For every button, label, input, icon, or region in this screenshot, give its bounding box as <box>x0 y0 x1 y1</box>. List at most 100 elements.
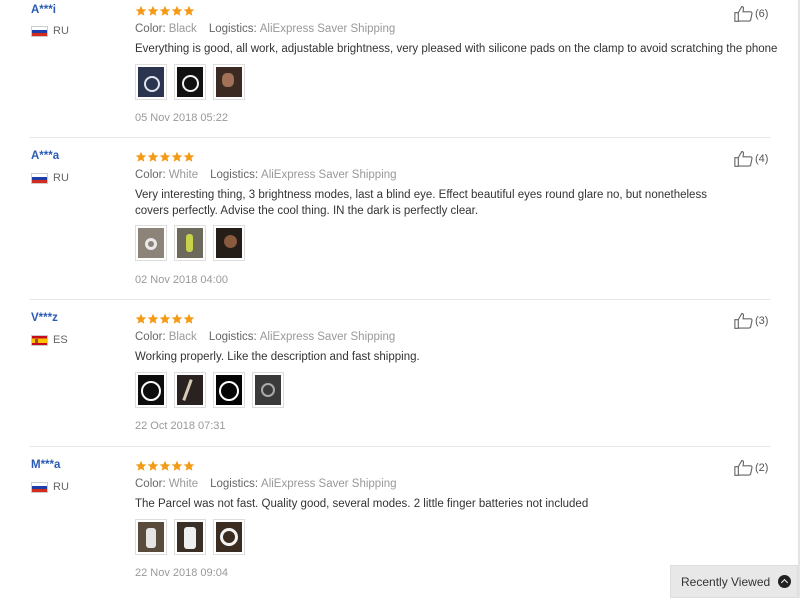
helpful-count: (2) <box>755 461 769 474</box>
order-info: Color: Black Logistics: AliExpress Saver Sh… <box>135 23 395 35</box>
review-photo[interactable] <box>135 519 167 555</box>
reviewer-name[interactable]: V***z <box>31 312 58 324</box>
order-info: Color: Black Logistics: AliExpress Saver Sh… <box>135 331 395 343</box>
helpful-button[interactable]: (6) <box>733 4 768 23</box>
color-value: White <box>168 478 199 490</box>
order-info: Color: White Logistics: AliExpress Saver Sh… <box>135 478 397 490</box>
color-value: White <box>168 169 199 181</box>
color-label: Color: <box>135 23 166 35</box>
russia-flag-icon <box>31 481 48 493</box>
review-date: 22 Nov 2018 09:04 <box>135 567 228 579</box>
reviewer-name[interactable]: A***i <box>31 4 56 16</box>
helpful-count: (3) <box>755 314 769 327</box>
thumbs-up-icon <box>734 460 753 476</box>
chevron-up-circle-icon <box>778 575 792 588</box>
thumbs-up-icon <box>734 6 753 22</box>
logistics-label: Logistics: <box>208 331 257 343</box>
star-rating <box>135 5 195 16</box>
review-photo[interactable] <box>252 372 284 408</box>
star-icon <box>183 5 195 16</box>
logistics-value: AliExpress Saver Shipping <box>259 331 396 343</box>
helpful-button[interactable]: (3) <box>733 311 768 330</box>
review-photo[interactable] <box>174 225 206 261</box>
star-icon <box>147 313 159 324</box>
spain-flag-icon <box>31 334 48 346</box>
color-label: Color: <box>135 478 166 490</box>
reviewer-name[interactable]: A***a <box>31 150 59 162</box>
reviewer-country: RU <box>31 481 69 493</box>
star-icon <box>159 460 171 471</box>
country-code: RU <box>53 172 69 184</box>
logistics-label: Logistics: <box>210 169 259 181</box>
review-date: 22 Oct 2018 07:31 <box>135 420 226 432</box>
star-icon <box>147 5 159 16</box>
order-info: Color: White Logistics: AliExpress Saver Sh… <box>135 169 397 181</box>
color-label: Color: <box>135 331 166 343</box>
country-code: RU <box>53 25 69 37</box>
logistics-value: AliExpress Saver Shipping <box>261 478 397 490</box>
star-icon <box>159 313 171 324</box>
helpful-count: (6) <box>755 7 769 20</box>
color-value: Black <box>168 23 197 35</box>
star-icon <box>159 151 171 162</box>
review-photo[interactable] <box>174 372 206 408</box>
review-photos <box>135 225 245 261</box>
reviewer-country: RU <box>31 25 69 37</box>
reviewer-country: RU <box>31 172 69 184</box>
review-text: The Parcel was not fast. Quality good, s… <box>135 498 589 510</box>
star-rating <box>135 460 195 471</box>
logistics-label: Logistics: <box>208 23 257 35</box>
star-icon <box>171 151 183 162</box>
review-date: 02 Nov 2018 04:00 <box>135 274 228 286</box>
russia-flag-icon <box>31 172 48 184</box>
review-photo[interactable] <box>174 519 206 555</box>
review-photo[interactable] <box>135 64 167 100</box>
star-icon <box>183 151 195 162</box>
review-item: A***a RU Color: White Logistics: AliExpress… <box>0 138 770 300</box>
star-rating <box>135 151 195 162</box>
recently-viewed-label: Recently Viewed <box>681 574 771 589</box>
review-photo[interactable] <box>213 225 245 261</box>
helpful-button[interactable]: (4) <box>733 149 768 168</box>
star-icon <box>135 313 147 324</box>
review-photo[interactable] <box>135 225 167 261</box>
review-photos <box>135 519 245 555</box>
star-icon <box>135 460 147 471</box>
review-photo[interactable] <box>174 64 206 100</box>
star-icon <box>171 5 183 16</box>
review-item: M***a RU Color: White Logistics: AliExpress… <box>0 447 770 598</box>
star-icon <box>147 460 159 471</box>
color-value: Black <box>168 331 197 343</box>
review-photo[interactable] <box>213 519 245 555</box>
star-icon <box>135 5 147 16</box>
star-icon <box>183 313 195 324</box>
country-code: ES <box>53 334 68 346</box>
review-text: Everything is good, all work, adjustable… <box>135 43 778 55</box>
recently-viewed-button[interactable]: Recently Viewed <box>670 565 798 598</box>
review-photo[interactable] <box>213 372 245 408</box>
star-rating <box>135 313 195 324</box>
review-item: A***i RU Color: Black Logistics: AliExpress… <box>0 0 777 138</box>
review-photos <box>135 372 284 408</box>
russia-flag-icon <box>31 25 48 37</box>
thumbs-up-icon <box>734 313 753 329</box>
thumbs-up-icon <box>734 151 753 167</box>
star-icon <box>171 313 183 324</box>
review-photo[interactable] <box>213 64 245 100</box>
review-photo[interactable] <box>135 372 167 408</box>
reviewer-country: ES <box>31 334 68 346</box>
color-label: Color: <box>135 169 166 181</box>
reviewer-name[interactable]: M***a <box>31 459 60 471</box>
logistics-value: AliExpress Saver Shipping <box>261 169 397 181</box>
review-photos <box>135 64 245 100</box>
star-icon <box>171 460 183 471</box>
star-icon <box>147 151 159 162</box>
helpful-button[interactable]: (2) <box>733 458 768 477</box>
star-icon <box>135 151 147 162</box>
logistics-value: AliExpress Saver Shipping <box>259 23 396 35</box>
logistics-label: Logistics: <box>210 478 259 490</box>
review-date: 05 Nov 2018 05:22 <box>135 112 228 124</box>
country-code: RU <box>53 481 69 493</box>
helpful-count: (4) <box>755 152 769 165</box>
review-item: V***z ES Color: Black Logistics: AliExpress… <box>0 300 770 447</box>
